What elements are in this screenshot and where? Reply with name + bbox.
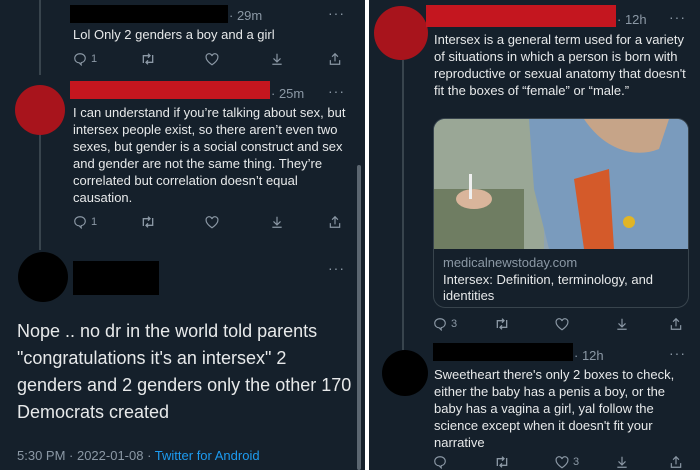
scrollbar[interactable] [357,165,361,470]
redacted-username [70,5,228,23]
retweet-icon [142,53,154,65]
download-button[interactable] [615,455,629,469]
tweet-text: I can understand if you’re talking about… [73,105,346,205]
more-icon[interactable]: ··· [328,6,345,20]
tweet-actions: 3 [369,454,700,470]
share-icon [670,455,682,468]
share-icon [329,52,341,65]
share-icon [329,215,341,228]
more-icon[interactable]: ··· [669,346,686,360]
reply-count: 1 [91,53,98,65]
thread-line [39,135,41,250]
share-icon [670,317,682,330]
like-button[interactable]: 3 [555,455,580,469]
download-icon [617,318,627,330]
tweet-text: Sweetheart there's only 2 boxes to check… [434,367,675,450]
download-icon [272,53,282,65]
avatar[interactable] [18,252,68,302]
retweet-icon [496,318,508,330]
like-icon [205,52,219,65]
tweet-time: · 12h [574,348,604,363]
reply-button[interactable]: 1 [73,215,97,229]
share-button[interactable] [328,215,342,229]
download-button[interactable] [615,317,629,331]
tweet-actions: 1 [0,51,365,67]
like-button[interactable] [555,317,569,331]
tweet-actions: 1 [0,214,365,230]
redacted-username [433,343,573,361]
download-icon [617,456,627,468]
share-button[interactable] [669,455,683,469]
tweet-actions: 3 [369,316,700,332]
share-button[interactable] [669,317,683,331]
redacted-username [426,5,616,27]
redacted-username [70,81,270,99]
avatar[interactable] [15,85,65,135]
download-button[interactable] [270,52,284,66]
link-card[interactable]: medicalnewstoday.com Intersex: Definitio… [433,118,689,308]
tweet-text: Intersex is a general term used for a va… [434,32,686,98]
main-tweet-meta: 5:30 PM · 2022-01-08 · Twitter for Andro… [17,448,260,463]
retweet-button[interactable] [494,455,510,469]
reply-button[interactable]: 3 [433,317,457,331]
retweet-icon [496,456,508,468]
avatar[interactable] [382,350,428,396]
like-button[interactable] [205,52,219,66]
like-icon [555,455,569,468]
share-button[interactable] [328,52,342,66]
download-button[interactable] [270,215,284,229]
reply-icon [434,318,446,331]
main-tweet-text: Nope .. no dr in the world told parents … [17,321,352,422]
card-image [434,119,688,249]
thread-line [402,60,404,350]
retweet-icon [142,216,154,228]
card-title: Intersex: Definition, terminology, and i… [443,272,654,303]
download-icon [272,216,282,228]
card-domain: medicalnewstoday.com [443,255,578,270]
like-icon [205,215,219,228]
redacted-username [73,261,159,295]
reply-button[interactable]: 1 [73,52,97,66]
tweet-time: · 29m [229,8,263,23]
source-link[interactable]: Twitter for Android [155,448,260,463]
reply-count: 1 [91,216,98,228]
tweet-text: Lol Only 2 genders a boy and a girl [73,27,275,42]
right-screenshot: · 12h ··· Intersex is a general term use… [369,0,700,470]
like-icon [555,317,569,330]
reply-icon [434,456,446,469]
retweet-button[interactable] [140,52,156,66]
retweet-button[interactable] [140,215,156,229]
timestamp: 5:30 PM · 2022-01-08 · [17,448,152,463]
reply-button[interactable] [433,455,447,469]
more-icon[interactable]: ··· [328,261,345,275]
like-button[interactable] [205,215,219,229]
retweet-button[interactable] [494,317,510,331]
like-count: 3 [573,456,580,468]
reply-count: 3 [451,318,458,330]
more-icon[interactable]: ··· [669,10,686,24]
card-photo [434,119,688,249]
reply-icon [74,53,86,66]
avatar[interactable] [374,6,428,60]
tweet-time: · 25m [271,86,305,101]
left-screenshot: · 29m ··· Lol Only 2 genders a boy and a… [0,0,365,470]
reply-icon [74,216,86,229]
tweet-time: · 12h [617,12,647,27]
more-icon[interactable]: ··· [328,84,345,98]
